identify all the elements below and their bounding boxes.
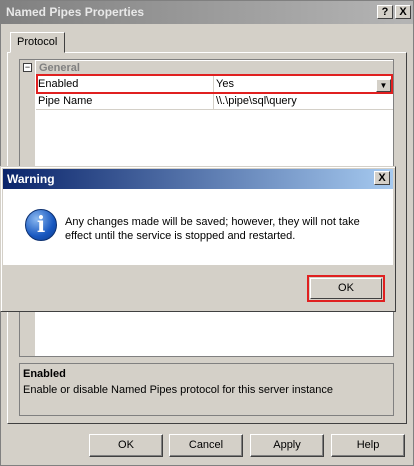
collapse-icon[interactable]: −: [23, 63, 32, 72]
warning-dialog: Warning X i Any changes made will be sav…: [0, 166, 396, 312]
info-icon: i: [25, 209, 57, 241]
tab-protocol[interactable]: Protocol: [10, 32, 65, 53]
help-title-button[interactable]: ?: [377, 5, 393, 19]
ok-button-highlight: [307, 275, 385, 302]
warning-body: i Any changes made will be saved; howeve…: [3, 189, 393, 265]
description-title: Enabled: [23, 368, 66, 380]
help-button[interactable]: Help: [331, 434, 405, 457]
ok-button[interactable]: OK: [89, 434, 163, 457]
description-text: Enable or disable Named Pipes protocol f…: [23, 384, 333, 396]
description-panel: Enabled Enable or disable Named Pipes pr…: [19, 363, 394, 416]
close-icon[interactable]: X: [374, 171, 390, 185]
warning-message: Any changes made will be saved; however,…: [65, 216, 360, 242]
close-title-button[interactable]: X: [395, 5, 411, 19]
property-row-pipe-name[interactable]: Pipe Name \\.\pipe\sql\query: [36, 93, 393, 110]
window-title: Named Pipes Properties: [6, 5, 145, 19]
property-name: Pipe Name: [38, 95, 93, 107]
properties-titlebar[interactable]: Named Pipes Properties ? X: [1, 1, 413, 24]
property-value[interactable]: \\.\pipe\sql\query: [216, 95, 297, 107]
warning-titlebar[interactable]: Warning X: [3, 169, 393, 189]
warning-title: Warning: [7, 172, 55, 186]
cancel-button[interactable]: Cancel: [169, 434, 243, 457]
column-divider: [213, 93, 214, 110]
group-label: General: [39, 62, 80, 74]
apply-button[interactable]: Apply: [250, 434, 324, 457]
enabled-row-highlight: [36, 74, 393, 94]
